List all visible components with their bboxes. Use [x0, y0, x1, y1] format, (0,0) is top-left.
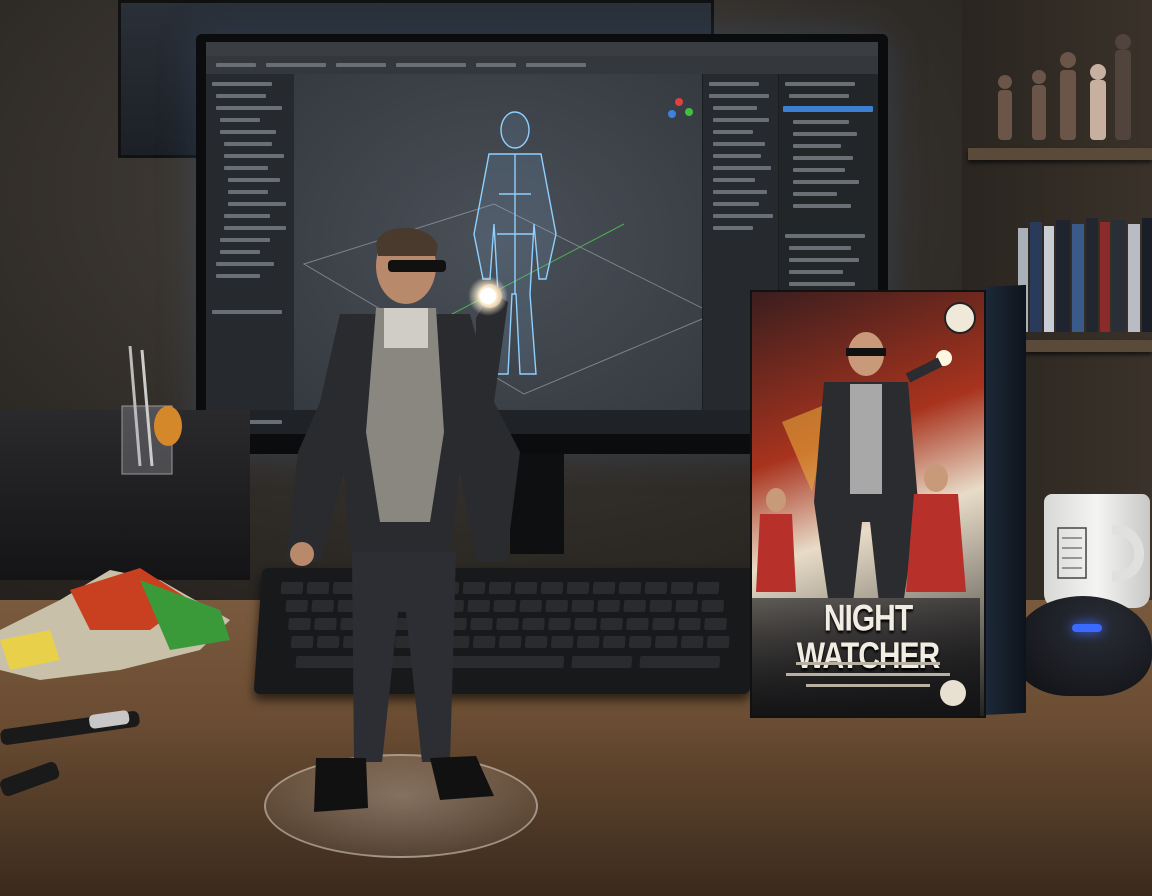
box-side-panel — [982, 284, 1026, 716]
markers — [0, 710, 140, 797]
app-menubar — [206, 56, 878, 74]
mouse-led — [1072, 624, 1102, 632]
box-fine-print — [776, 658, 960, 691]
app-titlebar — [206, 42, 878, 56]
snack-wrapper — [0, 568, 230, 680]
rating-badge — [940, 680, 966, 706]
photo-scene: NIGHT WATCHER — [0, 0, 1152, 896]
brand-logo — [944, 302, 976, 334]
mug-handle — [1112, 524, 1144, 582]
book-row — [1018, 218, 1152, 332]
pen-holder — [121, 346, 182, 475]
action-figure — [286, 227, 520, 812]
toy-box: NIGHT WATCHER — [750, 284, 1026, 718]
collectible-figures — [998, 34, 1131, 140]
box-front-panel: NIGHT WATCHER — [750, 290, 986, 718]
computer-mouse — [1014, 596, 1152, 696]
box-artwork — [756, 332, 966, 598]
mug-print — [1057, 527, 1087, 579]
